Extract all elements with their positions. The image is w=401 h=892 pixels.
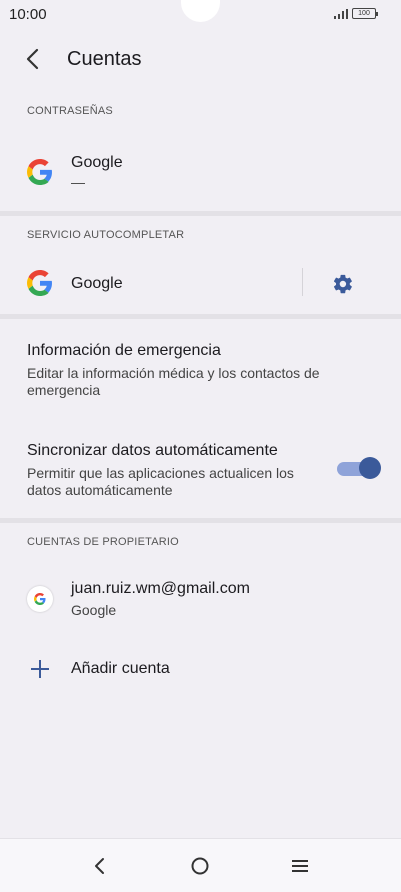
- auto-sync-item[interactable]: Sincronizar datos automáticamente Permit…: [0, 432, 401, 512]
- section-divider: [0, 211, 401, 216]
- auto-sync-subtitle-1: Permitir que las aplicaciones actualicen…: [27, 465, 294, 481]
- autofill-google-title: Google: [71, 275, 123, 292]
- account-provider: Google: [71, 602, 117, 618]
- google-logo-icon: [27, 159, 52, 185]
- gear-icon[interactable]: [332, 273, 354, 295]
- emergency-info-title: Información de emergencia: [27, 342, 221, 359]
- signal-icon: [334, 9, 348, 19]
- app-bar: Cuentas: [0, 38, 401, 82]
- auto-sync-subtitle-2: datos automáticamente: [27, 482, 173, 498]
- autofill-google-item[interactable]: Google: [0, 254, 401, 314]
- section-divider: [0, 518, 401, 523]
- plus-icon: [31, 660, 49, 678]
- account-item[interactable]: juan.ruiz.wm@gmail.com Google: [0, 568, 401, 632]
- section-header-autofill: SERVICIO AUTOCOMPLETAR: [27, 229, 185, 241]
- auto-sync-title: Sincronizar datos automáticamente: [27, 442, 278, 459]
- toggle-knob: [359, 457, 381, 479]
- nav-menu-icon[interactable]: [288, 854, 312, 878]
- avatar: [27, 586, 53, 612]
- emergency-info-item[interactable]: Información de emergencia Editar la info…: [0, 330, 401, 408]
- status-bar: 10:00 100: [0, 0, 401, 30]
- add-account-button[interactable]: Añadir cuenta: [0, 645, 401, 693]
- auto-sync-toggle[interactable]: [337, 457, 381, 481]
- vertical-separator: [302, 268, 303, 296]
- section-header-passwords: CONTRASEÑAS: [27, 105, 113, 117]
- emergency-info-subtitle-2: emergencia: [27, 382, 101, 398]
- account-email: juan.ruiz.wm@gmail.com: [71, 580, 250, 597]
- camera-notch: [181, 0, 220, 22]
- add-account-label: Añadir cuenta: [71, 660, 170, 677]
- status-time: 10:00: [9, 6, 47, 23]
- navigation-bar: [0, 838, 401, 892]
- section-header-owner-accounts: CUENTAS DE PROPIETARIO: [27, 536, 179, 548]
- section-divider: [0, 314, 401, 319]
- google-logo-icon: [34, 593, 46, 605]
- emergency-info-subtitle-1: Editar la información médica y los conta…: [27, 365, 320, 381]
- passwords-google-item[interactable]: Google —: [0, 140, 401, 208]
- battery-icon: 100: [352, 8, 378, 19]
- back-icon[interactable]: [22, 48, 44, 70]
- passwords-google-title: Google: [71, 154, 123, 171]
- google-logo-icon: [27, 270, 52, 296]
- passwords-google-subtitle: —: [71, 174, 85, 190]
- nav-back-icon[interactable]: [88, 854, 112, 878]
- page-title: Cuentas: [67, 48, 142, 70]
- nav-home-icon[interactable]: [188, 854, 212, 878]
